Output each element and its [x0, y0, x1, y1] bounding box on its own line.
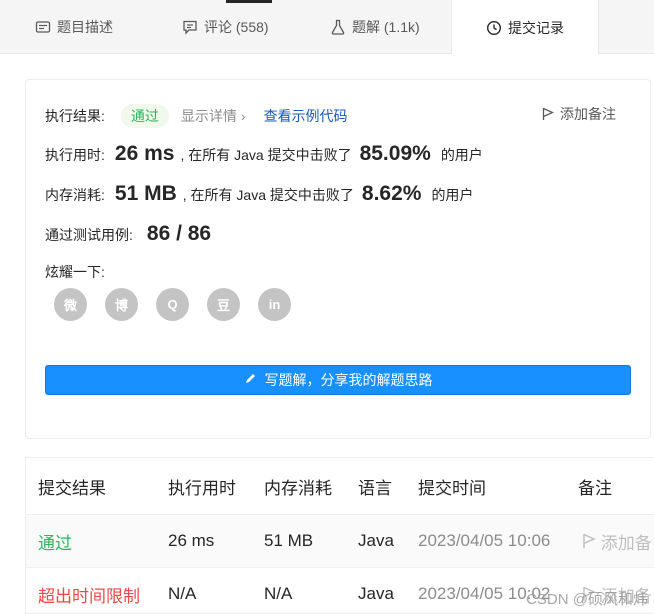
weibo-icon[interactable]: 博 [105, 288, 138, 321]
pencil-icon [244, 372, 257, 388]
write-solution-button[interactable]: 写题解，分享我的解题思路 [45, 365, 631, 395]
flag-icon [582, 533, 596, 553]
runtime-value: 26 ms [114, 142, 175, 165]
tab-comments[interactable]: 评论 (558) [182, 0, 269, 54]
row-result[interactable]: 超出时间限制 [38, 582, 140, 607]
chevron-right-icon: › [240, 108, 246, 124]
share-buttons: 微 博 Q 豆 in [54, 288, 291, 321]
result-label: 执行结果: [45, 108, 105, 124]
show-details-link[interactable]: 显示详情 › [181, 106, 246, 126]
header-runtime[interactable]: 执行用时 [168, 474, 236, 499]
header-result[interactable]: 提交结果 [38, 474, 106, 499]
row-add-note-label: 添加备 [600, 533, 652, 553]
tests-label: 通过测试用例: [45, 227, 133, 243]
row-language: Java [358, 531, 394, 550]
tab-comments-label: 评论 (558) [204, 19, 269, 35]
watermark: CSDN @硕风和炜 [526, 591, 648, 608]
comment-icon [182, 19, 198, 35]
tab-submissions-label: 提交记录 [508, 19, 564, 36]
memory-suffix: 的用户 [431, 187, 474, 203]
memory-value: 51 MB [114, 182, 177, 205]
header-note: 备注 [578, 478, 612, 498]
memory-description: , 在所有 Java 提交中击败了 [182, 187, 354, 203]
result-row: 执行结果: 通过 显示详情 › 查看示例代码 [45, 104, 348, 128]
share-row-label: 炫耀一下: [45, 262, 105, 282]
status-badge: 通过 [120, 104, 169, 128]
table-row[interactable]: 通过 26 ms 51 MB Java 2023/04/05 10:06 添加备 [26, 514, 654, 567]
runtime-row: 执行用时: 26 ms , 在所有 Java 提交中击败了 85.09% 的用户 [45, 142, 483, 166]
memory-percent: 8.62% [361, 182, 422, 205]
douban-glyph: 豆 [216, 298, 230, 313]
submission-panel: 执行结果: 通过 显示详情 › 查看示例代码 添加备注 执行用时: 26 ms ,… [0, 54, 654, 614]
wechat-glyph: 微 [63, 298, 77, 313]
row-add-note[interactable]: 添加备 [582, 529, 652, 554]
row-memory: 51 MB [264, 531, 314, 550]
tab-description[interactable]: 题目描述 [35, 0, 113, 54]
add-note-button[interactable]: 添加备注 [542, 104, 616, 124]
row-submit-time: 2023/04/05 10:06 [418, 531, 551, 550]
weibo-glyph: 博 [114, 298, 128, 313]
example-code-link[interactable]: 查看示例代码 [264, 106, 348, 126]
tab-submissions[interactable]: 提交记录 [451, 0, 599, 55]
tab-bar: 题目描述 评论 (558) 题解 (1.1k) 提交记录 [0, 0, 654, 55]
header-submit-time[interactable]: 提交时间 [418, 474, 486, 499]
qq-icon[interactable]: Q [156, 288, 189, 321]
description-icon [35, 19, 51, 35]
runtime-percent: 85.09% [359, 142, 431, 165]
tab-solutions-label: 题解 (1.1k) [352, 19, 420, 35]
share-label: 炫耀一下: [45, 264, 105, 280]
tests-row: 通过测试用例: 86 / 86 [45, 222, 211, 246]
row-memory: N/A [264, 584, 293, 603]
runtime-label: 执行用时: [45, 147, 105, 163]
table-header: 提交结果 执行用时 内存消耗 语言 提交时间 备注 [26, 458, 654, 514]
runtime-description: , 在所有 Java 提交中击败了 [180, 147, 352, 163]
result-card: 执行结果: 通过 显示详情 › 查看示例代码 添加备注 执行用时: 26 ms ,… [25, 79, 651, 439]
header-language[interactable]: 语言 [358, 474, 392, 499]
linkedin-icon[interactable]: in [258, 288, 291, 321]
show-details-label: 显示详情 [180, 108, 237, 124]
write-solution-label: 写题解，分享我的解题思路 [264, 372, 433, 388]
flask-icon [330, 19, 346, 35]
row-runtime: N/A [168, 584, 197, 603]
memory-row: 内存消耗: 51 MB , 在所有 Java 提交中击败了 8.62% 的用户 [45, 182, 473, 206]
qq-glyph: Q [167, 297, 178, 312]
tab-description-label: 题目描述 [57, 19, 113, 35]
douban-icon[interactable]: 豆 [207, 288, 240, 321]
memory-label: 内存消耗: [45, 187, 105, 203]
clock-icon [486, 20, 502, 36]
runtime-suffix: 的用户 [440, 147, 483, 163]
row-runtime: 26 ms [168, 531, 215, 550]
row-result[interactable]: 通过 [38, 529, 72, 554]
tab-solutions[interactable]: 题解 (1.1k) [330, 0, 420, 54]
row-language: Java [358, 584, 394, 603]
header-memory[interactable]: 内存消耗 [264, 474, 332, 499]
flag-icon [542, 107, 555, 121]
submissions-table: 提交结果 执行用时 内存消耗 语言 提交时间 备注 通过 26 ms 51 MB… [25, 457, 654, 614]
linkedin-glyph: in [268, 297, 281, 312]
tests-value: 86 / 86 [146, 222, 212, 245]
wechat-icon[interactable]: 微 [54, 288, 87, 321]
add-note-label: 添加备注 [560, 106, 616, 122]
